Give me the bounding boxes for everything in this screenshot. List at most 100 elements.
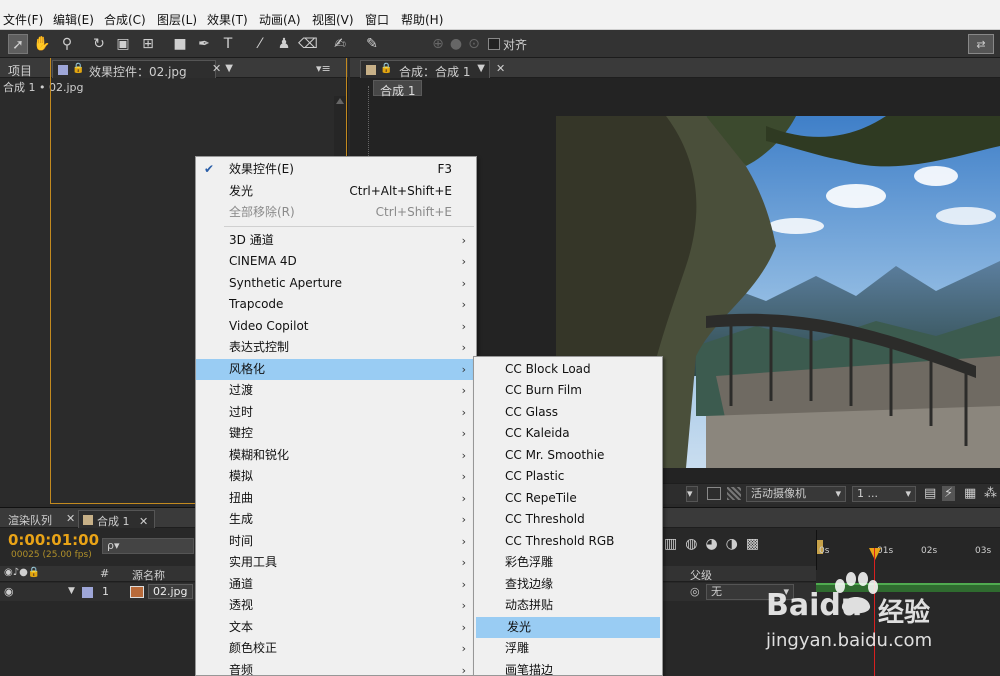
submenu-item-cc-glass[interactable]: CC Glass — [474, 402, 662, 423]
camera-dropdown[interactable]: 活动摄像机 ▾ — [746, 486, 846, 502]
menu-item-utility[interactable]: 实用工具 › — [196, 552, 476, 573]
pan-behind-tool-icon[interactable]: ⊞ — [138, 34, 158, 54]
playhead-handle[interactable] — [869, 548, 881, 560]
submenu-item-cc-repetile[interactable]: CC RepeTile — [474, 488, 662, 509]
panel-menu-icon[interactable]: ▾≡ — [310, 60, 337, 78]
type-tool-icon[interactable]: T — [218, 34, 238, 54]
submenu-item-cc-plastic[interactable]: CC Plastic — [474, 466, 662, 487]
col-source-name[interactable]: 源名称 — [132, 567, 165, 583]
pickwhip-icon[interactable]: ◎ — [690, 585, 700, 598]
expand-icon[interactable]: ▼ — [68, 586, 75, 596]
menu-item-channel[interactable]: 通道 › — [196, 574, 476, 595]
tab-composition[interactable]: 🔒 合成：合成 1 ▼ — [360, 60, 490, 79]
menu-item-video-copilot[interactable]: Video Copilot › — [196, 316, 476, 337]
puppet-pin-tool-icon[interactable]: ✎ — [362, 34, 382, 54]
fast-preview-icon[interactable]: ⚡ — [942, 486, 956, 501]
menu-composition[interactable]: 合成(C) — [104, 11, 146, 28]
submenu-item-color-emboss[interactable]: 彩色浮雕 — [474, 552, 662, 573]
menu-item-text[interactable]: 文本 › — [196, 617, 476, 638]
eye-icon[interactable]: ◉ — [4, 585, 14, 598]
menu-effect[interactable]: 效果(T) — [207, 11, 248, 28]
menu-item-generate[interactable]: 生成 › — [196, 509, 476, 530]
menu-item-keying[interactable]: 键控 › — [196, 423, 476, 444]
tab-effect-controls[interactable]: 🔒 效果控件：02.jpg ▼ — [52, 60, 233, 79]
clone-stamp-tool-icon[interactable]: ♟ — [274, 34, 294, 54]
menu-item-expression-controls[interactable]: 表达式控制 › — [196, 337, 476, 358]
menu-item-3d-channel[interactable]: 3D 通道 › — [196, 230, 476, 251]
transparency-grid-icon[interactable] — [727, 487, 741, 500]
av-features-icon[interactable]: ◉♪●🔒 — [4, 567, 40, 578]
submenu-item-emboss[interactable]: 浮雕 — [474, 638, 662, 659]
time-ruler[interactable]: 0s 01s 02s 03s — [816, 530, 1000, 570]
submenu-item-cc-kaleida[interactable]: CC Kaleida — [474, 423, 662, 444]
menu-item-obsolete[interactable]: 过时 › — [196, 402, 476, 423]
layer-name[interactable]: 02.jpg — [148, 584, 193, 599]
flowchart-icon[interactable]: ⁂ — [984, 486, 997, 501]
timeline-icon[interactable]: ▦ — [964, 486, 976, 501]
tab-timeline-comp[interactable]: 合成 1 ✕ — [78, 510, 156, 528]
submenu-item-brush-strokes[interactable]: 画笔描边 — [474, 660, 662, 676]
submenu-item-cc-threshold[interactable]: CC Threshold — [474, 509, 662, 530]
selection-tool-icon[interactable]: ➚ — [8, 34, 28, 54]
label-color-icon[interactable] — [82, 587, 93, 598]
menu-item-transition[interactable]: 过渡 › — [196, 380, 476, 401]
menu-item-effect-controls[interactable]: ✔ 效果控件(E) F3 — [196, 159, 476, 180]
menu-item-cinema4d[interactable]: CINEMA 4D › — [196, 251, 476, 272]
workspace-icon[interactable]: ⇄ — [968, 34, 994, 54]
views-dropdown[interactable]: 1 ... ▾ — [852, 486, 916, 502]
submenu-item-glow[interactable]: 发光 — [476, 617, 660, 638]
close-icon[interactable]: ✕ — [490, 60, 511, 78]
menu-item-distort[interactable]: 扭曲 › — [196, 488, 476, 509]
lock-icon[interactable]: 🔒 — [380, 63, 392, 74]
close-icon[interactable]: ✕ — [206, 60, 227, 78]
menu-window[interactable]: 窗口 — [365, 11, 389, 28]
menu-item-perspective[interactable]: 透视 › — [196, 595, 476, 616]
submenu-item-motion-tile[interactable]: 动态拼贴 — [474, 595, 662, 616]
eraser-tool-icon[interactable]: ⌫ — [298, 34, 318, 54]
camera-tool-icon[interactable]: ▣ — [113, 34, 133, 54]
tab-render-queue[interactable]: 渲染队列 — [2, 510, 58, 528]
tab-dropdown-icon[interactable]: ▼ — [477, 63, 485, 74]
align-checkbox[interactable] — [488, 38, 500, 50]
menu-item-color-correction[interactable]: 颜色校正 › — [196, 638, 476, 659]
region-of-interest-icon[interactable] — [707, 487, 721, 500]
menu-item-audio[interactable]: 音频 › — [196, 660, 476, 676]
submenu-item-cc-threshold-rgb[interactable]: CC Threshold RGB — [474, 531, 662, 552]
menu-view[interactable]: 视图(V) — [312, 11, 354, 28]
tab-project[interactable]: 项目 — [2, 60, 38, 78]
menu-layer[interactable]: 图层(L) — [157, 11, 197, 28]
toggle-pixel-icon[interactable]: ▤ — [924, 486, 936, 501]
menu-item-synthetic-aperture[interactable]: Synthetic Aperture › — [196, 273, 476, 294]
chevron-down-icon[interactable]: ▾ — [686, 486, 698, 502]
submenu-item-find-edges[interactable]: 查找边缘 — [474, 574, 662, 595]
scroll-up-icon[interactable] — [336, 98, 344, 104]
timeline-search-input[interactable]: ρ▾ — [102, 538, 194, 554]
submenu-item-cc-mr-smoothie[interactable]: CC Mr. Smoothie — [474, 445, 662, 466]
close-icon[interactable]: ✕ — [60, 510, 76, 528]
menu-item-recent-glow[interactable]: 发光 Ctrl+Alt+Shift+E — [196, 181, 476, 202]
close-icon[interactable]: ✕ — [139, 515, 148, 528]
brush-tool-icon[interactable]: ⁄ — [250, 34, 270, 54]
menu-item-simulation[interactable]: 模拟 › — [196, 466, 476, 487]
hand-tool-icon[interactable]: ✋ — [32, 34, 52, 54]
lock-icon[interactable]: 🔒 — [72, 63, 84, 74]
rotate-tool-icon[interactable]: ↻ — [89, 34, 109, 54]
zoom-tool-icon[interactable]: ⚲ — [57, 34, 77, 54]
comp-subtab[interactable]: 合成 1 — [373, 80, 423, 98]
submenu-item-cc-block-load[interactable]: CC Block Load — [474, 359, 662, 380]
menu-file[interactable]: 文件(F) — [3, 11, 43, 28]
menu-edit[interactable]: 编辑(E) — [53, 11, 94, 28]
pen-tool-icon[interactable]: ✒ — [194, 34, 214, 54]
menu-item-stylize[interactable]: 风格化 › — [196, 359, 476, 380]
menu-help[interactable]: 帮助(H) — [401, 11, 443, 28]
menu-item-blur-sharpen[interactable]: 模糊和锐化 › — [196, 445, 476, 466]
rectangle-tool-icon[interactable]: ■ — [170, 34, 190, 54]
roto-brush-tool-icon[interactable]: ✍ — [330, 34, 350, 54]
col-parent[interactable]: 父级 — [690, 567, 712, 583]
menu-item-time[interactable]: 时间 › — [196, 531, 476, 552]
current-timecode[interactable]: 0:00:01:00 — [8, 531, 99, 549]
submenu-item-cc-burn-film[interactable]: CC Burn Film — [474, 380, 662, 401]
menu-animation[interactable]: 动画(A) — [259, 11, 301, 28]
menu-item-trapcode[interactable]: Trapcode › — [196, 294, 476, 315]
timeline-switches[interactable]: ▥◍◕◑▩ — [664, 536, 814, 558]
